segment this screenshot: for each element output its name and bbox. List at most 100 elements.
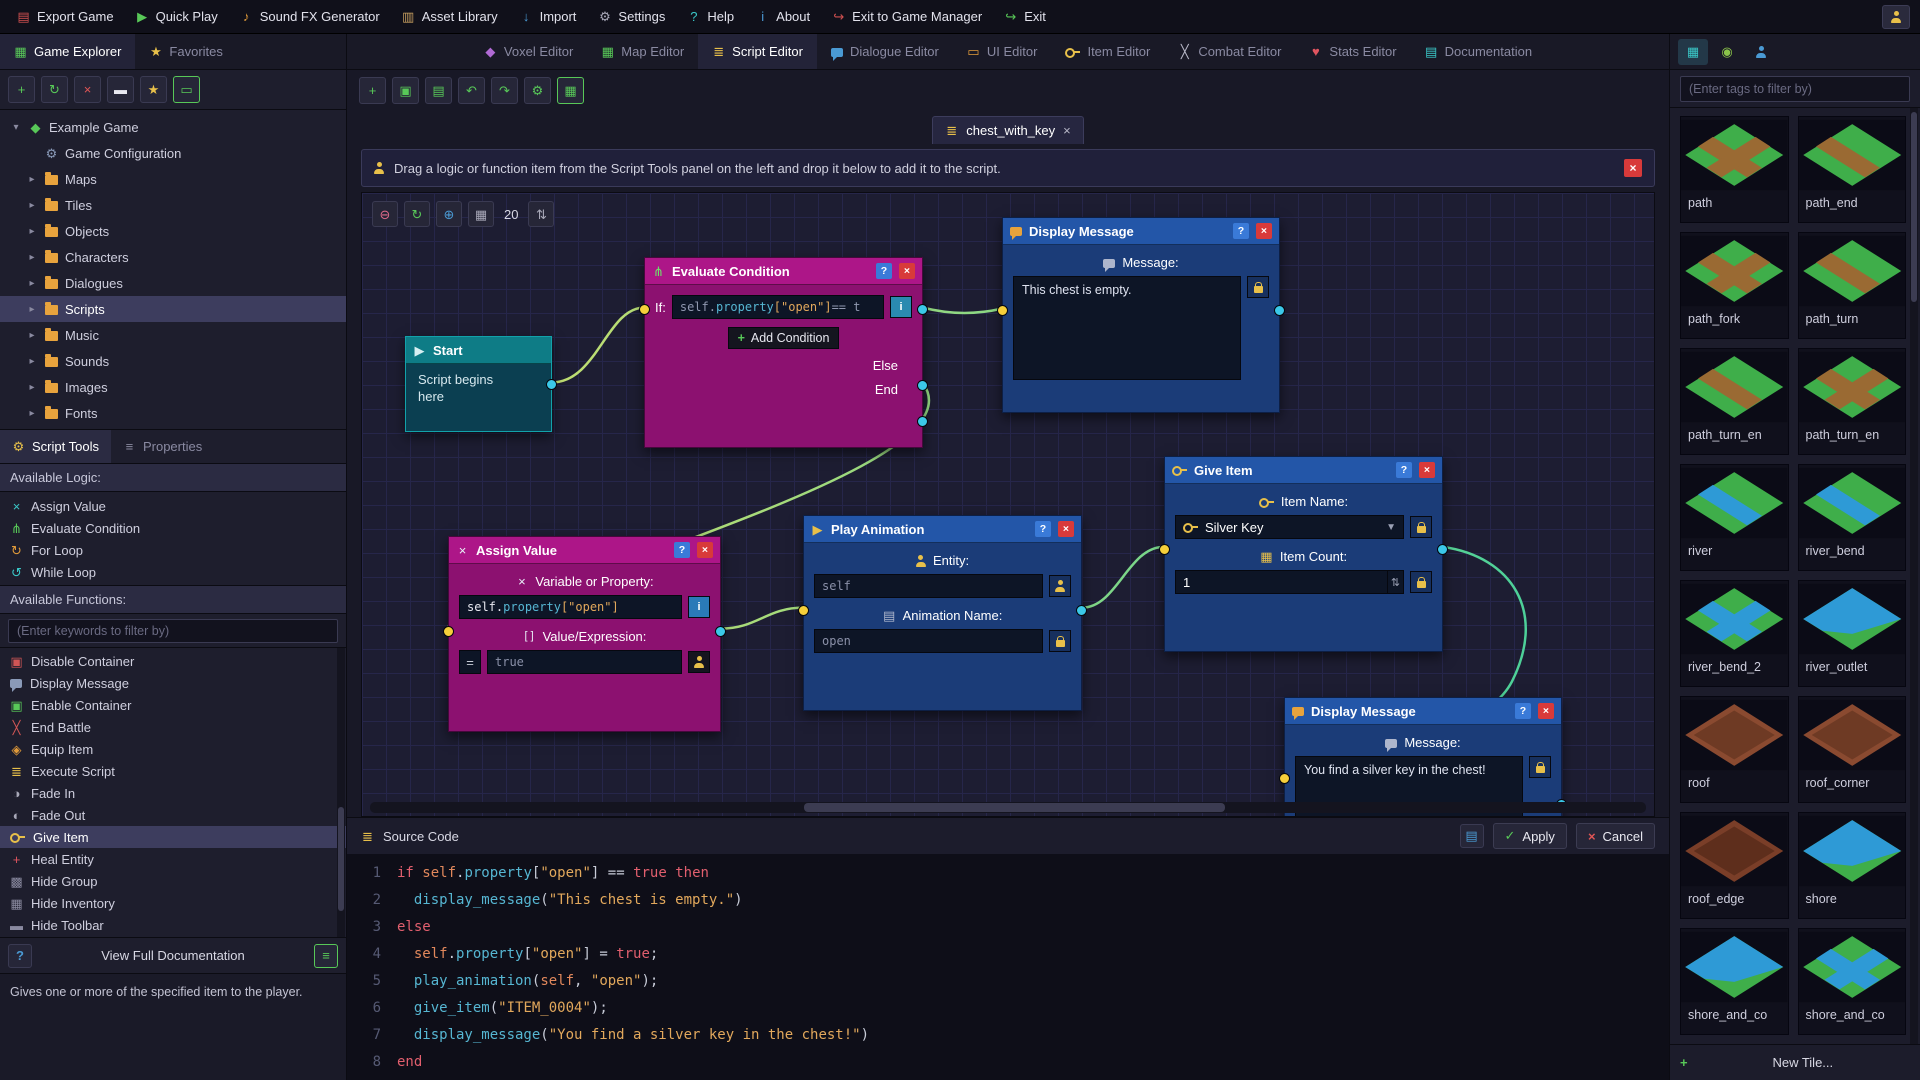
editor-tab-documentation[interactable]: ▤ Documentation (1411, 34, 1546, 69)
display1-output-port[interactable] (1274, 305, 1285, 316)
tree-item-fonts[interactable]: ▸ Fonts (0, 400, 346, 426)
docs-toggle-button[interactable]: ≡ (314, 943, 338, 968)
node-help-button[interactable]: ? (674, 542, 690, 558)
lock-button[interactable] (1049, 630, 1071, 652)
animation-name-input[interactable]: open (814, 629, 1043, 653)
logic-item-while-loop[interactable]: ↺ While Loop (0, 561, 346, 583)
node-delete-button[interactable]: × (899, 263, 915, 279)
node-help-button[interactable]: ? (876, 263, 892, 279)
editor-tab-item-editor[interactable]: Item Editor (1051, 34, 1164, 69)
function-item-execute-script[interactable]: ≣ Execute Script (0, 760, 346, 782)
menu-item-import[interactable]: ↓ Import (509, 0, 588, 33)
user-menu-button[interactable] (1882, 4, 1910, 29)
code-line-1[interactable]: 1 if self.property["open"] == true then (359, 860, 1657, 887)
tile-river-outlet[interactable]: river_outlet (1797, 580, 1906, 687)
new-tile-bar[interactable]: + New Tile... (1670, 1044, 1920, 1080)
code-view-button[interactable]: ▤ (1459, 824, 1484, 848)
menu-item-asset-library[interactable]: ▥ Asset Library (391, 0, 509, 33)
tile-path-turn[interactable]: path_turn (1797, 232, 1906, 339)
tree-item-sounds[interactable]: ▸ Sounds (0, 348, 346, 374)
tree-chevron-icon[interactable]: ▸ (26, 200, 38, 211)
grid-size-stepper[interactable]: ⇅ (528, 201, 555, 227)
left-tab-favorites[interactable]: ★ Favorites (135, 34, 236, 69)
count-stepper[interactable]: ⇅ (1387, 571, 1403, 593)
help-button[interactable]: ? (8, 943, 32, 968)
tile-shore-and-co[interactable]: shore_and_co (1797, 928, 1906, 1035)
function-item-hide-group[interactable]: ▩ Hide Group (0, 870, 346, 892)
function-item-disable-container[interactable]: ▣ Disable Container (0, 650, 346, 672)
zoom-out-button[interactable]: ⊖ (372, 201, 398, 227)
code-line-7[interactable]: 7 display_message("You find a silver key… (359, 1022, 1657, 1049)
editor-tab-ui-editor[interactable]: ▭ UI Editor (953, 34, 1052, 69)
give-input-port[interactable] (1159, 544, 1170, 555)
editor-copy-button[interactable]: ▤ (425, 76, 452, 104)
node-assign-header[interactable]: × Assign Value ? × (449, 537, 720, 564)
tile-river-bend[interactable]: river_bend (1797, 464, 1906, 571)
node-delete-button[interactable]: × (1058, 521, 1074, 537)
dismiss-hint-button[interactable]: × (1624, 159, 1642, 177)
editor-redo-button[interactable]: ↷ (491, 76, 518, 104)
tree-chevron-icon[interactable]: ▸ (26, 252, 38, 263)
tiles-scrollbar-thumb[interactable] (1911, 112, 1917, 302)
tree-chevron-icon[interactable]: ▾ (10, 122, 22, 133)
close-tab-icon[interactable]: × (1063, 123, 1071, 138)
functions-scrollbar[interactable] (337, 648, 345, 937)
tab-properties[interactable]: ≡ Properties (111, 430, 214, 463)
code-line-6[interactable]: 6 give_item("ITEM_0004"); (359, 995, 1657, 1022)
message-textarea[interactable]: This chest is empty. (1013, 276, 1241, 380)
node-help-button[interactable]: ? (1035, 521, 1051, 537)
tile-shore[interactable]: shore (1797, 812, 1906, 919)
start-output-port[interactable] (546, 379, 557, 390)
tile-shore-and-co[interactable]: shore_and_co (1680, 928, 1789, 1035)
reset-view-button[interactable]: ↻ (404, 201, 430, 227)
lock-button[interactable] (1410, 571, 1432, 593)
evaluate-else-output-port[interactable] (917, 380, 928, 391)
play-output-port[interactable] (1076, 605, 1087, 616)
node-display2-header[interactable]: Display Message ? × (1285, 698, 1561, 725)
code-line-3[interactable]: 3 else (359, 914, 1657, 941)
function-item-give-item[interactable]: Give Item (0, 826, 346, 848)
function-item-display-message[interactable]: Display Message (0, 672, 346, 694)
node-give-item[interactable]: Give Item ? × Item Name: Silver Key ▼ ▦ … (1159, 456, 1448, 652)
logic-item-evaluate-condition[interactable]: ⋔ Evaluate Condition (0, 517, 346, 539)
node-delete-button[interactable]: × (1419, 462, 1435, 478)
tile-river[interactable]: river (1680, 464, 1789, 571)
play-input-port[interactable] (798, 605, 809, 616)
menu-item-exit-to-game-manager[interactable]: ↪ Exit to Game Manager (821, 0, 993, 33)
zoom-in-button[interactable]: ⊕ (436, 201, 462, 227)
tree-chevron-icon[interactable]: ▸ (26, 174, 38, 185)
condition-input[interactable]: self. property ["open"] == t (671, 295, 884, 319)
node-help-button[interactable]: ? (1233, 223, 1249, 239)
entity-input[interactable]: self (814, 574, 1043, 598)
assign-input-port[interactable] (443, 626, 454, 637)
apply-button[interactable]: ✓ Apply (1492, 823, 1567, 849)
tree-chevron-icon[interactable]: ▸ (26, 226, 38, 237)
display1-input-port[interactable] (997, 305, 1008, 316)
tile-path[interactable]: path (1680, 116, 1789, 223)
node-help-button[interactable]: ? (1396, 462, 1412, 478)
evaluate-end-output-port[interactable] (917, 416, 928, 427)
function-item-equip-item[interactable]: ◈ Equip Item (0, 738, 346, 760)
tree-item-game-configuration[interactable]: ⚙ Game Configuration (0, 140, 346, 166)
function-item-enable-container[interactable]: ▣ Enable Container (0, 694, 346, 716)
explorer-add-button[interactable]: + (8, 76, 35, 103)
evaluate-input-port[interactable] (639, 304, 650, 315)
source-code-editor[interactable]: 1 if self.property["open"] == true then 2 … (347, 854, 1669, 1080)
tree-item-dialogues[interactable]: ▸ Dialogues (0, 270, 346, 296)
lock-button[interactable] (1247, 276, 1269, 298)
menu-item-settings[interactable]: ⚙ Settings (587, 0, 676, 33)
function-item-hide-inventory[interactable]: ▦ Hide Inventory (0, 892, 346, 914)
tree-item-tiles[interactable]: ▸ Tiles (0, 192, 346, 218)
right-tab-tiles[interactable]: ▦ (1678, 38, 1708, 65)
tile-path-end[interactable]: path_end (1797, 116, 1906, 223)
assign-output-port[interactable] (715, 626, 726, 637)
editor-tab-combat-editor[interactable]: ╳ Combat Editor (1164, 34, 1295, 69)
editor-tab-script-editor[interactable]: ≣ Script Editor (698, 34, 817, 69)
explorer-refresh-button[interactable]: ↻ (41, 76, 68, 103)
function-item-fade-in[interactable]: ◑ Fade In (0, 782, 346, 804)
variable-input[interactable]: self. property ["open"] (459, 595, 682, 619)
condition-edit-button[interactable]: i (890, 296, 912, 318)
menu-item-about[interactable]: i About (745, 0, 821, 33)
tree-chevron-icon[interactable]: ▸ (26, 330, 38, 341)
tree-item-music[interactable]: ▸ Music (0, 322, 346, 348)
